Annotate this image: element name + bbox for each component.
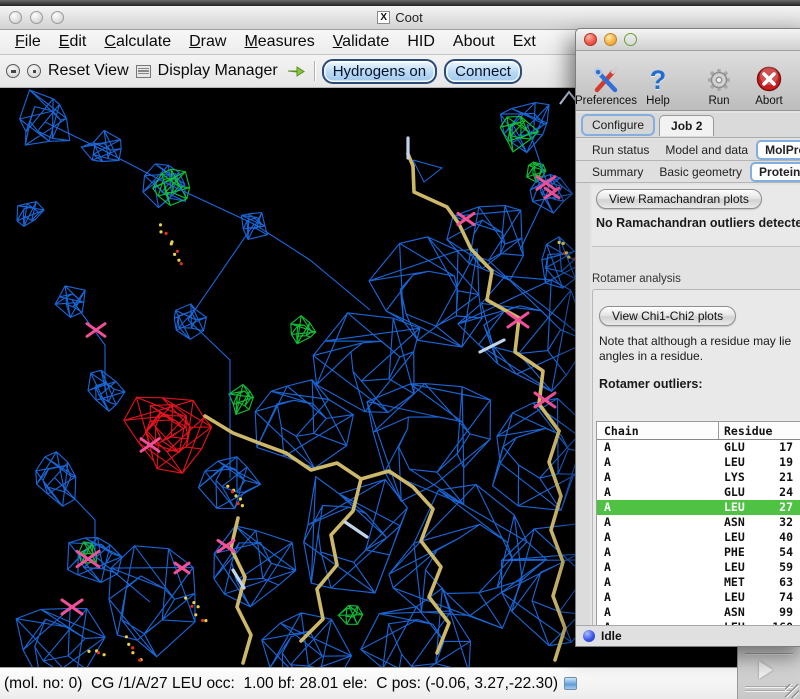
display-manager-icon <box>136 65 151 78</box>
run-button[interactable]: Run <box>702 66 736 107</box>
section-tabs: Summary Basic geometry Protein C <box>576 161 800 183</box>
tab-molprobity[interactable]: MolProbity <box>756 140 800 160</box>
rotamer-analysis-label: Rotamer analysis <box>592 273 681 285</box>
tab-protein[interactable]: Protein <box>750 162 800 182</box>
table-row[interactable]: APHE54 <box>597 545 800 560</box>
rotamer-outliers-table: Chain Residue AGLU17ALEU19ALYS21AGLU24AL… <box>596 421 800 625</box>
rotamer-table-body: AGLU17ALEU19ALYS21AGLU24ALEU27AASN32ALEU… <box>597 440 800 625</box>
dialog-toolbar: Preferences ? Help Run <box>576 51 800 111</box>
hydrogens-toggle-button[interactable]: Hydrogens on <box>322 59 437 84</box>
dialog-titlebar[interactable] <box>576 29 800 51</box>
tab-summary[interactable]: Summary <box>584 164 651 180</box>
x11-icon: X <box>377 11 390 24</box>
tab-job-2[interactable]: Job 2 <box>659 115 714 136</box>
table-header: Chain Residue <box>597 422 800 440</box>
table-row[interactable]: AASN32 <box>597 515 800 530</box>
menu-extensions[interactable]: Ext <box>504 32 545 52</box>
tools-icon <box>591 66 621 94</box>
connect-button[interactable]: Connect <box>444 59 522 84</box>
protein-tab-content: View Ramachandran plots No Ramachandran … <box>576 183 800 625</box>
ramachandran-message: No Ramachandran outliers detected <box>596 216 800 230</box>
status-orb-icon <box>583 630 595 642</box>
tab-model-and-data[interactable]: Model and data <box>657 142 756 158</box>
menu-draw[interactable]: Draw <box>180 32 235 52</box>
go-arrow-icon[interactable] <box>285 63 307 79</box>
molprobity-dialog: Preferences ? Help Run <box>575 28 800 647</box>
menu-file[interactable]: File <box>6 32 50 52</box>
window-title: X Coot <box>0 10 800 25</box>
tab-basic-geometry[interactable]: Basic geometry <box>651 164 750 180</box>
main-status-bar: (mol. no: 0) CG /1/A/27 LEU occ: 1.00 bf… <box>0 667 800 699</box>
menu-measures[interactable]: Measures <box>235 32 323 52</box>
coot-application: X Coot File Edit Calculate Draw Measures… <box>0 0 800 699</box>
atom-status-text: (mol. no: 0) CG /1/A/27 LEU occ: 1.00 bf… <box>4 675 558 693</box>
rotamer-note: Note that although a residue may lie ang… <box>599 334 800 364</box>
table-row[interactable]: AGLU17 <box>597 440 800 455</box>
dialog-status-text: Idle <box>601 629 622 643</box>
abort-button[interactable]: Abort <box>750 66 788 107</box>
dialog-zoom-button[interactable] <box>624 33 637 46</box>
table-row[interactable]: AASN99 <box>597 605 800 620</box>
main-window-titlebar[interactable]: X Coot <box>0 6 800 30</box>
abort-icon <box>754 66 784 94</box>
view-ramachandran-plots-button[interactable]: View Ramachandran plots <box>596 189 762 209</box>
dialog-status-bar: Idle <box>576 625 800 646</box>
gear-icon <box>704 66 734 94</box>
play-triangle-icon[interactable] <box>759 661 773 679</box>
menu-calculate[interactable]: Calculate <box>95 32 180 52</box>
toolbar-circle-icon-2[interactable] <box>27 64 41 78</box>
job-tabs: Configure Job 2 <box>576 113 800 138</box>
menu-hid[interactable]: HID <box>398 32 444 52</box>
table-row[interactable]: AMET63 <box>597 575 800 590</box>
table-row[interactable]: ALEU27 <box>597 500 800 515</box>
preferences-button[interactable]: Preferences <box>584 66 628 107</box>
rotamer-outliers-label: Rotamer outliers: <box>599 377 800 391</box>
ramachandran-section: View Ramachandran plots No Ramachandran … <box>592 185 800 247</box>
table-row[interactable]: ALEU19 <box>597 455 800 470</box>
toolbar-separator <box>314 61 315 81</box>
help-button[interactable]: ? Help <box>642 66 674 107</box>
help-icon: ? <box>650 66 667 94</box>
menu-validate[interactable]: Validate <box>324 32 399 52</box>
status-chip-icon <box>564 677 577 690</box>
toolbar-circle-icon-1[interactable] <box>6 64 20 78</box>
table-row[interactable]: ALEU74 <box>597 590 800 605</box>
report-tabs: Run status Model and data MolProbity <box>576 139 800 161</box>
tab-configure[interactable]: Configure <box>581 114 655 136</box>
dialog-close-button[interactable] <box>584 33 597 46</box>
residue-column-header[interactable]: Residue <box>719 422 772 439</box>
tab-run-status[interactable]: Run status <box>584 142 657 158</box>
reset-view-button[interactable]: Reset View <box>48 62 129 80</box>
table-row[interactable]: AGLU24 <box>597 485 800 500</box>
resize-grip[interactable] <box>785 684 799 698</box>
table-row[interactable]: ALEU40 <box>597 530 800 545</box>
divider <box>745 653 793 654</box>
dialog-minimize-button[interactable] <box>604 33 617 46</box>
menu-about[interactable]: About <box>444 32 504 52</box>
table-row[interactable]: ALEU59 <box>597 560 800 575</box>
table-row[interactable]: ALYS21 <box>597 470 800 485</box>
chain-column-header[interactable]: Chain <box>597 422 719 439</box>
display-manager-button[interactable]: Display Manager <box>158 62 278 80</box>
view-chi1-chi2-plots-button[interactable]: View Chi1-Chi2 plots <box>599 306 736 326</box>
menu-edit[interactable]: Edit <box>50 32 96 52</box>
